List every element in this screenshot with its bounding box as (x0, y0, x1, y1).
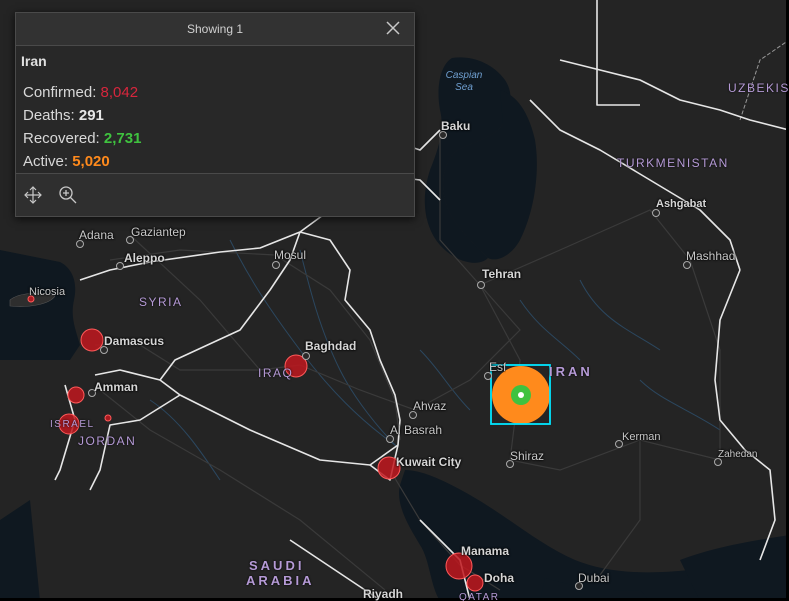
country-label-jordan: JORDAN (78, 434, 137, 448)
city-dot-tehran (477, 281, 485, 289)
city-label-baghdad: Baghdad (305, 339, 357, 353)
confirmed-label: Confirmed: (23, 84, 101, 101)
popup-header-title: Showing 1 (186, 22, 244, 36)
city-label-riyadh: Riyadh (363, 587, 404, 601)
popup-body: Iran Confirmed: 8,042 Deaths: 291 Recove… (16, 46, 414, 177)
city-label-zahedan: Zahedan (718, 449, 758, 460)
city-dot-mosul (272, 261, 280, 269)
country-label-qatar: QATAR (459, 592, 500, 601)
recovered-row: Recovered: 2,731 (23, 127, 408, 150)
city-label-manama: Manama (461, 544, 510, 558)
city-label-dubai: Dubai (578, 571, 610, 585)
active-label: Active: (23, 153, 73, 170)
country-label-arabia: ARABIA (246, 573, 315, 588)
feature-popup: Showing 1 Iran Confirmed: 8,042 Deaths: … (15, 12, 415, 217)
popup-feature-title: Iran (21, 53, 47, 69)
city-label-baku: Baku (441, 119, 471, 133)
city-label-aleppo: Aleppo (124, 251, 165, 265)
confirmed-row: Confirmed: 8,042 (23, 81, 408, 104)
city-label-nicosia: Nicosia (29, 286, 66, 298)
deaths-value: 291 (78, 107, 104, 124)
country-label-saudi: SAUDI (249, 558, 305, 573)
city-label-doha: Doha (484, 571, 514, 585)
city-label-gaziantep: Gaziantep (131, 225, 186, 239)
pan-icon[interactable] (22, 184, 44, 206)
city-label-kuwait-city: Kuwait City (396, 455, 462, 469)
zoom-in-icon[interactable] (57, 184, 79, 206)
deaths-row: Deaths: 291 (23, 104, 408, 127)
country-label-israel: ISRAEL (50, 419, 95, 430)
city-label-basrah: Al Basrah (390, 423, 443, 437)
city-dot-aleppo (116, 262, 124, 270)
country-label-uzbekistan: UZBEKIS (728, 81, 789, 95)
city-label-kerman: Kerman (622, 431, 661, 443)
sea-label-caspian-line2: Sea (455, 82, 473, 93)
city-label-ahvaz: Ahvaz (413, 399, 447, 413)
sea-label-caspian-line1: Caspian (445, 70, 483, 81)
confirmed-value: 8,042 (100, 84, 139, 101)
city-dot-ashgabat (652, 209, 660, 217)
sea-label-caspian: Caspian Sea (443, 70, 485, 94)
country-label-turkmenistan: TURKMENISTAN (617, 156, 729, 170)
popup-header: Showing 1 (16, 13, 414, 46)
active-value: 5,020 (72, 153, 110, 170)
recovered-label: Recovered: (23, 130, 104, 147)
city-label-adana: Adana (79, 228, 114, 242)
city-dot-baghdad (302, 352, 310, 360)
country-label-iran: IRAN (549, 364, 593, 379)
close-icon[interactable] (384, 19, 402, 37)
country-label-iraq: IRAQ (258, 366, 294, 380)
deaths-label: Deaths: (23, 107, 79, 124)
city-label-shiraz: Shiraz (510, 449, 545, 463)
city-label-ashgabat: Ashgabat (656, 198, 707, 210)
city-label-damascus: Damascus (104, 334, 165, 348)
city-label-amman: Amman (94, 380, 139, 394)
city-label-tehran: Tehran (482, 267, 522, 281)
city-label-mashhad: Mashhad (686, 249, 736, 263)
city-label-mosul: Mosul (274, 248, 307, 262)
popup-footer (16, 173, 414, 216)
recovered-value: 2,731 (103, 130, 142, 147)
country-label-syria: SYRIA (139, 295, 183, 309)
active-row: Active: 5,020 (23, 150, 408, 173)
